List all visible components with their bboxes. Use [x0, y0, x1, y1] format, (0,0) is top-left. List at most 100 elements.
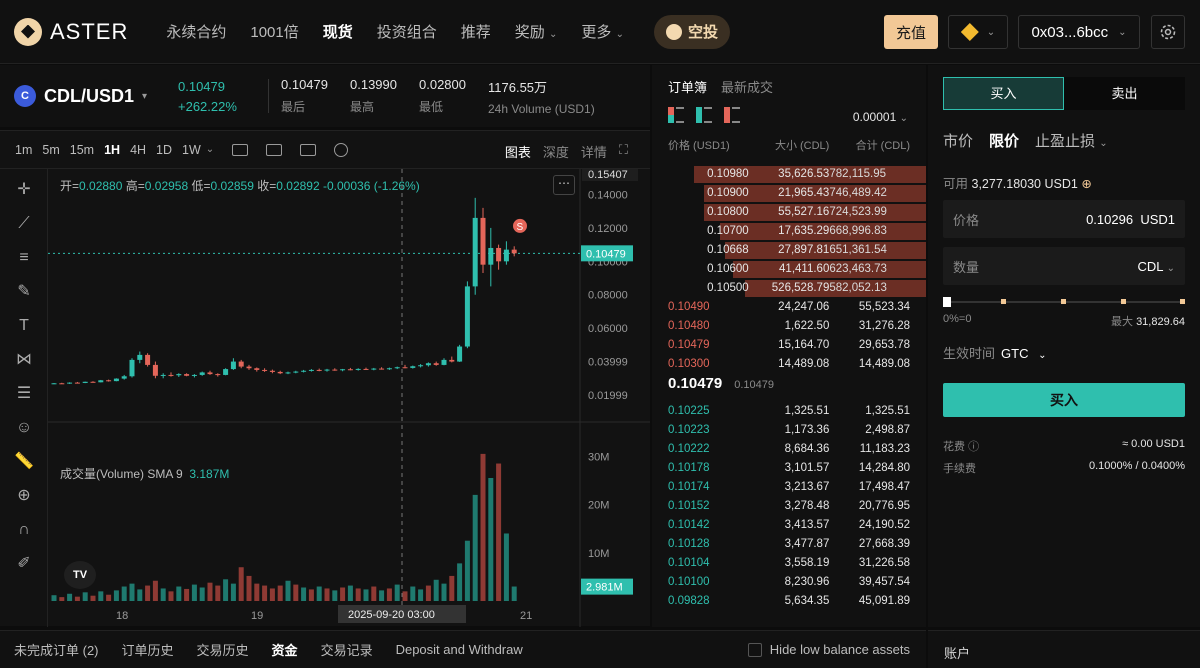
price-input[interactable]: 价格 0.10296 USD1: [943, 200, 1185, 238]
magnet-icon[interactable]: ∩: [13, 519, 35, 541]
tab-deposit-withdraw[interactable]: Deposit and Withdraw: [396, 642, 523, 657]
tab-recent-trades[interactable]: 最新成交: [721, 77, 773, 96]
tab-funds[interactable]: 资金: [272, 640, 298, 659]
airdrop-button[interactable]: 空投: [653, 14, 730, 49]
logo[interactable]: ASTER: [14, 17, 128, 46]
nav-1001x[interactable]: 1001倍: [238, 21, 310, 42]
slider-mark[interactable]: [1061, 299, 1066, 304]
bid-row[interactable]: 0.10104 3,558.19 31,226.58: [668, 554, 910, 573]
bid-price: 0.10222: [668, 443, 710, 455]
ask-row[interactable]: 0.10500 526,528.79 582,052.13: [668, 279, 926, 298]
candles-icon[interactable]: [266, 143, 283, 156]
trendline-icon[interactable]: ⟋: [13, 213, 35, 235]
nav-portfolio[interactable]: 投资组合: [365, 21, 449, 42]
hide-low-balance[interactable]: Hide low balance assets: [747, 642, 910, 657]
nav-rewards[interactable]: 奖励 ⌄: [503, 21, 570, 42]
pair-selector[interactable]: C CDL/USD1 ▾: [14, 85, 164, 107]
wallet-button[interactable]: 0x03...6bcc ⌄: [1018, 15, 1140, 49]
tradingview-logo[interactable]: TV: [64, 561, 96, 589]
tick-size-select[interactable]: 0.00001 ⌄: [853, 110, 908, 124]
ask-row[interactable]: 0.10480 1,622.50 31,276.28: [668, 317, 910, 336]
tf-1m[interactable]: 1m: [15, 143, 32, 157]
tf-4h[interactable]: 4H: [130, 143, 146, 157]
tab-order-history[interactable]: 订单历史: [122, 640, 174, 659]
add-funds-icon[interactable]: ⊕: [1081, 177, 1091, 191]
nav-spot[interactable]: 现货: [311, 21, 365, 42]
ask-row[interactable]: 0.10900 21,965.43 746,489.42: [668, 184, 926, 203]
bid-row[interactable]: 0.09828 5,634.35 45,091.89: [668, 592, 910, 611]
ask-row[interactable]: 0.10600 41,411.60 623,463.73: [668, 260, 926, 279]
crosshair-icon[interactable]: ✛: [13, 179, 35, 201]
layout-bids-icon[interactable]: [696, 107, 712, 123]
tab-depth[interactable]: 深度: [543, 142, 569, 161]
sell-tab[interactable]: 卖出: [1064, 77, 1185, 110]
amount-slider[interactable]: [943, 297, 1185, 307]
slider-handle[interactable]: [943, 297, 951, 307]
tab-transactions[interactable]: 交易记录: [321, 640, 373, 659]
nav-referral[interactable]: 推荐: [449, 21, 503, 42]
emoji-icon[interactable]: ☺: [13, 417, 35, 439]
indicators-icon[interactable]: [300, 143, 317, 156]
tab-limit[interactable]: 限价: [989, 130, 1019, 151]
hide-low-checkbox[interactable]: [747, 642, 762, 657]
account-section[interactable]: 账户: [928, 630, 1200, 668]
price-chart[interactable]: 0.140000.120000.100000.080000.060000.039…: [48, 169, 650, 627]
tf-1w[interactable]: 1W: [182, 143, 201, 157]
text-icon[interactable]: T: [13, 315, 35, 337]
lock-draw-icon[interactable]: ✐: [13, 553, 35, 575]
chart-settings-icon[interactable]: [334, 142, 349, 157]
layout-both-icon[interactable]: [668, 107, 684, 123]
ask-row[interactable]: 0.10479 15,164.70 29,653.78: [668, 336, 910, 355]
layout-asks-icon[interactable]: [724, 107, 740, 123]
brush-icon[interactable]: ✎: [13, 281, 35, 303]
bid-row[interactable]: 0.10225 1,325.51 1,325.51: [668, 402, 910, 421]
fib-icon[interactable]: ☰: [13, 383, 35, 405]
zoom-icon[interactable]: ⊕: [13, 485, 35, 507]
tf-5m[interactable]: 5m: [42, 143, 59, 157]
slider-mark[interactable]: [1180, 299, 1185, 304]
chart-type-icon[interactable]: [232, 143, 249, 156]
buy-tab[interactable]: 买入: [943, 77, 1064, 110]
tab-orderbook[interactable]: 订单簿: [668, 77, 707, 96]
bid-row[interactable]: 0.10142 3,413.57 24,190.52: [668, 516, 910, 535]
ask-row[interactable]: 0.10300 14,489.08 14,489.08: [668, 355, 910, 374]
candle-body: [191, 374, 197, 376]
tab-tp-sl[interactable]: 止盈止损 ⌄: [1035, 130, 1108, 151]
bid-row[interactable]: 0.10100 8,230.96 39,457.54: [668, 573, 910, 592]
tab-chart[interactable]: 图表: [505, 142, 531, 161]
slider-mark[interactable]: [1121, 299, 1126, 304]
info-icon[interactable]: ⓘ: [968, 441, 979, 453]
pattern-icon[interactable]: ⋈: [13, 349, 35, 371]
settings-button[interactable]: [1151, 15, 1185, 49]
chevron-down-icon[interactable]: ⌄: [206, 144, 214, 155]
chain-selector[interactable]: ⌄: [948, 15, 1008, 49]
horizontal-lines-icon[interactable]: ≡: [13, 247, 35, 269]
ruler-icon[interactable]: 📏: [13, 451, 35, 473]
deposit-button[interactable]: 充值: [884, 15, 938, 49]
tf-1h[interactable]: 1H: [104, 143, 120, 157]
tab-open-orders[interactable]: 未完成订单 (2): [14, 640, 99, 659]
tab-trade-history[interactable]: 交易历史: [197, 640, 249, 659]
bid-row[interactable]: 0.10152 3,278.48 20,776.95: [668, 497, 910, 516]
ask-row[interactable]: 0.10668 27,897.81 651,361.54: [668, 241, 926, 260]
tf-1d[interactable]: 1D: [156, 143, 172, 157]
ask-row[interactable]: 0.10980 35,626.53 782,115.95: [668, 165, 926, 184]
ask-row[interactable]: 0.10490 24,247.06 55,523.34: [668, 298, 910, 317]
quantity-input[interactable]: 数量 CDL ⌄: [943, 247, 1185, 285]
tab-details[interactable]: 详情: [581, 142, 607, 161]
bid-row[interactable]: 0.10174 3,213.67 17,498.47: [668, 478, 910, 497]
time-in-force[interactable]: 生效时间 GTC ⌄: [943, 343, 1046, 362]
tab-market[interactable]: 市价: [943, 130, 973, 151]
bid-row[interactable]: 0.10223 1,173.36 2,498.87: [668, 421, 910, 440]
buy-button[interactable]: 买入: [943, 383, 1185, 417]
nav-more[interactable]: 更多 ⌄: [569, 21, 636, 42]
slider-mark[interactable]: [1001, 299, 1006, 304]
fullscreen-icon[interactable]: ⛶: [619, 142, 628, 161]
tf-15m[interactable]: 15m: [70, 143, 94, 157]
nav-perpetual[interactable]: 永续合约: [154, 21, 238, 42]
ask-row[interactable]: 0.10800 55,527.16 724,523.99: [668, 203, 926, 222]
ask-row[interactable]: 0.10700 17,635.29 668,996.83: [668, 222, 926, 241]
bid-row[interactable]: 0.10128 3,477.87 27,668.39: [668, 535, 910, 554]
bid-row[interactable]: 0.10178 3,101.57 14,284.80: [668, 459, 910, 478]
bid-row[interactable]: 0.10222 8,684.36 11,183.23: [668, 440, 910, 459]
